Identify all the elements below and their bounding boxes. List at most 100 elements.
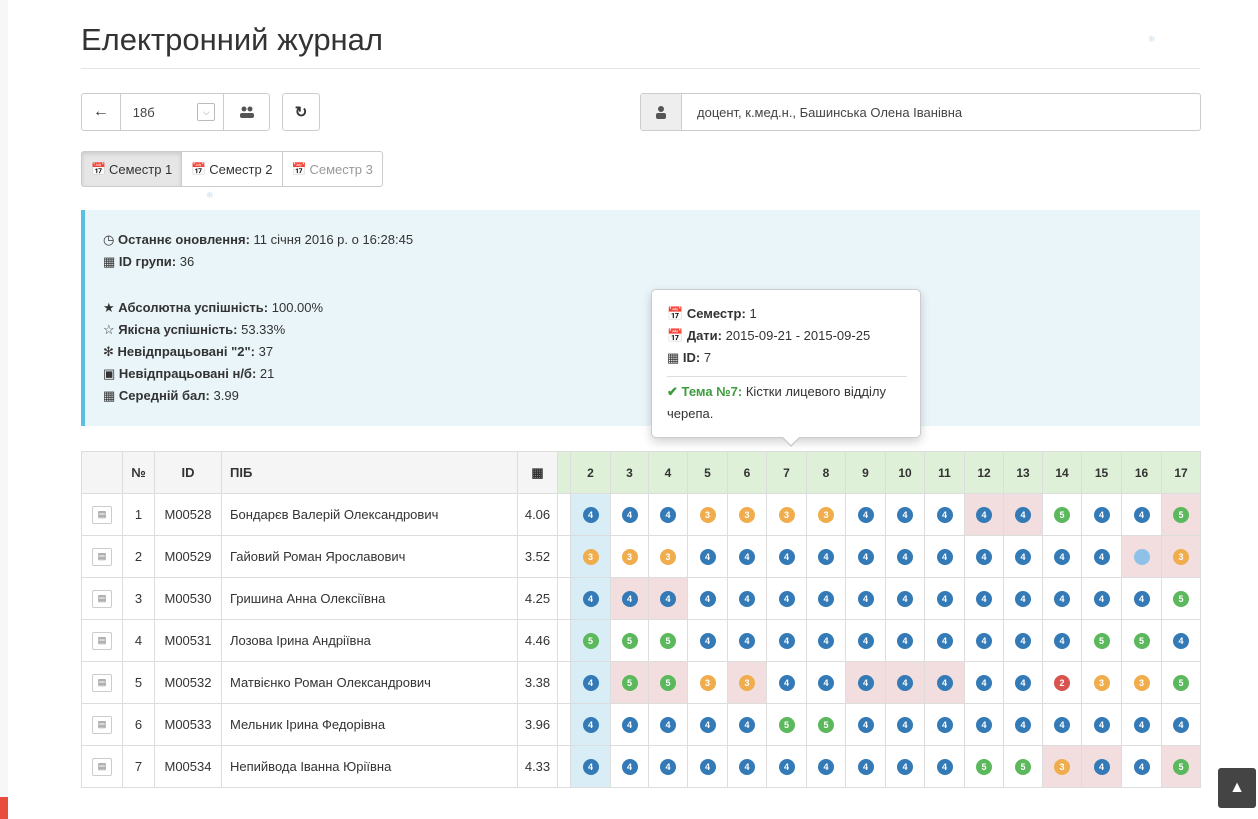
mark-cell[interactable]: [1121, 535, 1162, 578]
chart-icon[interactable]: ▤: [92, 715, 112, 734]
mark-cell[interactable]: 4: [648, 577, 688, 620]
mark-cell[interactable]: 3: [687, 661, 728, 704]
mark-cell[interactable]: 3: [727, 493, 767, 536]
mark-cell[interactable]: 4: [964, 619, 1004, 662]
mark-cell[interactable]: 4: [1161, 703, 1201, 746]
mark-cell[interactable]: 4: [1081, 535, 1122, 578]
mark-cell[interactable]: 4: [806, 577, 846, 620]
mark-cell[interactable]: 4: [648, 703, 688, 746]
lesson-header[interactable]: 5: [687, 451, 728, 494]
mark-cell[interactable]: 3: [1042, 745, 1082, 788]
mark-cell[interactable]: 4: [727, 619, 767, 662]
mark-cell[interactable]: 4: [1121, 577, 1162, 620]
tab-semester-1[interactable]: 📅 Семестр 1: [82, 152, 183, 186]
mark-cell[interactable]: 4: [1042, 577, 1082, 620]
mark-cell[interactable]: 4: [1081, 703, 1122, 746]
chart-icon[interactable]: ▤: [92, 505, 112, 524]
refresh-button[interactable]: ↻: [282, 93, 320, 131]
mark-cell[interactable]: 4: [1003, 535, 1043, 578]
mark-cell[interactable]: 4: [806, 535, 846, 578]
mark-cell[interactable]: 4: [1042, 535, 1082, 578]
mark-cell[interactable]: 4: [610, 493, 649, 536]
lesson-header[interactable]: 2: [570, 451, 611, 494]
mark-cell[interactable]: 4: [1081, 745, 1122, 788]
mark-cell[interactable]: 5: [610, 661, 649, 704]
mark-cell[interactable]: 4: [766, 619, 807, 662]
mark-cell[interactable]: 4: [1081, 493, 1122, 536]
lesson-header[interactable]: 14: [1042, 451, 1082, 494]
mark-cell[interactable]: 4: [885, 661, 925, 704]
mark-cell[interactable]: 4: [727, 703, 767, 746]
mark-cell[interactable]: 5: [610, 619, 649, 662]
lesson-header[interactable]: 3: [610, 451, 649, 494]
mark-cell[interactable]: 4: [610, 577, 649, 620]
mark-cell[interactable]: 3: [766, 493, 807, 536]
mark-cell[interactable]: 4: [964, 661, 1004, 704]
mark-cell[interactable]: 5: [766, 703, 807, 746]
mark-cell[interactable]: 4: [806, 619, 846, 662]
mark-cell[interactable]: 4: [1003, 703, 1043, 746]
mark-cell[interactable]: 4: [648, 745, 688, 788]
mark-cell[interactable]: 4: [845, 577, 886, 620]
mark-cell[interactable]: 4: [1042, 619, 1082, 662]
mark-cell[interactable]: 4: [1003, 619, 1043, 662]
mark-cell[interactable]: 4: [687, 535, 728, 578]
mark-cell[interactable]: 4: [1003, 493, 1043, 536]
mark-cell[interactable]: 4: [570, 661, 611, 704]
mark-cell[interactable]: 4: [845, 535, 886, 578]
mark-cell[interactable]: 3: [570, 535, 611, 578]
mark-cell[interactable]: 4: [845, 493, 886, 536]
chart-icon[interactable]: ▤: [92, 757, 112, 776]
group-users-button[interactable]: [224, 94, 269, 130]
lesson-header[interactable]: 17: [1161, 451, 1201, 494]
lesson-header[interactable]: 4: [648, 451, 688, 494]
mark-cell[interactable]: 4: [766, 577, 807, 620]
mark-cell[interactable]: 4: [964, 577, 1004, 620]
lesson-header[interactable]: 16: [1121, 451, 1162, 494]
lesson-header[interactable]: 10: [885, 451, 925, 494]
lesson-header[interactable]: 12: [964, 451, 1004, 494]
mark-cell[interactable]: 4: [766, 745, 807, 788]
mark-cell[interactable]: 4: [570, 493, 611, 536]
mark-cell[interactable]: 4: [1121, 493, 1162, 536]
back-button[interactable]: ←: [82, 94, 121, 130]
mark-cell[interactable]: 3: [1161, 535, 1201, 578]
mark-cell[interactable]: 4: [885, 703, 925, 746]
mark-cell[interactable]: 4: [610, 703, 649, 746]
mark-cell[interactable]: 4: [570, 577, 611, 620]
mark-cell[interactable]: 4: [766, 535, 807, 578]
mark-cell[interactable]: 4: [806, 745, 846, 788]
mark-cell[interactable]: 4: [1081, 577, 1122, 620]
lesson-header[interactable]: 6: [727, 451, 767, 494]
mark-cell[interactable]: 4: [885, 493, 925, 536]
chart-icon[interactable]: ▤: [92, 589, 112, 608]
mark-cell[interactable]: 2: [1042, 661, 1082, 704]
mark-cell[interactable]: 5: [1081, 619, 1122, 662]
mark-cell[interactable]: 5: [1161, 661, 1201, 704]
mark-cell[interactable]: 4: [610, 745, 649, 788]
lesson-header[interactable]: 13: [1003, 451, 1043, 494]
mark-cell[interactable]: 4: [885, 745, 925, 788]
mark-cell[interactable]: 4: [1003, 661, 1043, 704]
mark-cell[interactable]: 4: [924, 703, 965, 746]
mark-cell[interactable]: 4: [766, 661, 807, 704]
mark-cell[interactable]: 4: [924, 493, 965, 536]
mark-cell[interactable]: 4: [727, 535, 767, 578]
scroll-to-top-button[interactable]: ▲: [1218, 768, 1256, 808]
mark-cell[interactable]: 3: [1121, 661, 1162, 704]
mark-cell[interactable]: 4: [727, 577, 767, 620]
mark-cell[interactable]: 4: [885, 535, 925, 578]
mark-cell[interactable]: 3: [687, 493, 728, 536]
mark-cell[interactable]: 4: [570, 703, 611, 746]
mark-cell[interactable]: 4: [570, 745, 611, 788]
mark-cell[interactable]: 5: [1161, 493, 1201, 536]
mark-cell[interactable]: 5: [964, 745, 1004, 788]
lesson-header[interactable]: 15: [1081, 451, 1122, 494]
mark-cell[interactable]: 5: [648, 619, 688, 662]
mark-cell[interactable]: 4: [687, 745, 728, 788]
lesson-header[interactable]: 7: [766, 451, 807, 494]
mark-cell[interactable]: 4: [687, 703, 728, 746]
mark-cell[interactable]: 3: [610, 535, 649, 578]
teacher-field[interactable]: доцент, к.мед.н., Башинська Олена Іванів…: [640, 93, 1201, 131]
mark-cell[interactable]: 4: [727, 745, 767, 788]
